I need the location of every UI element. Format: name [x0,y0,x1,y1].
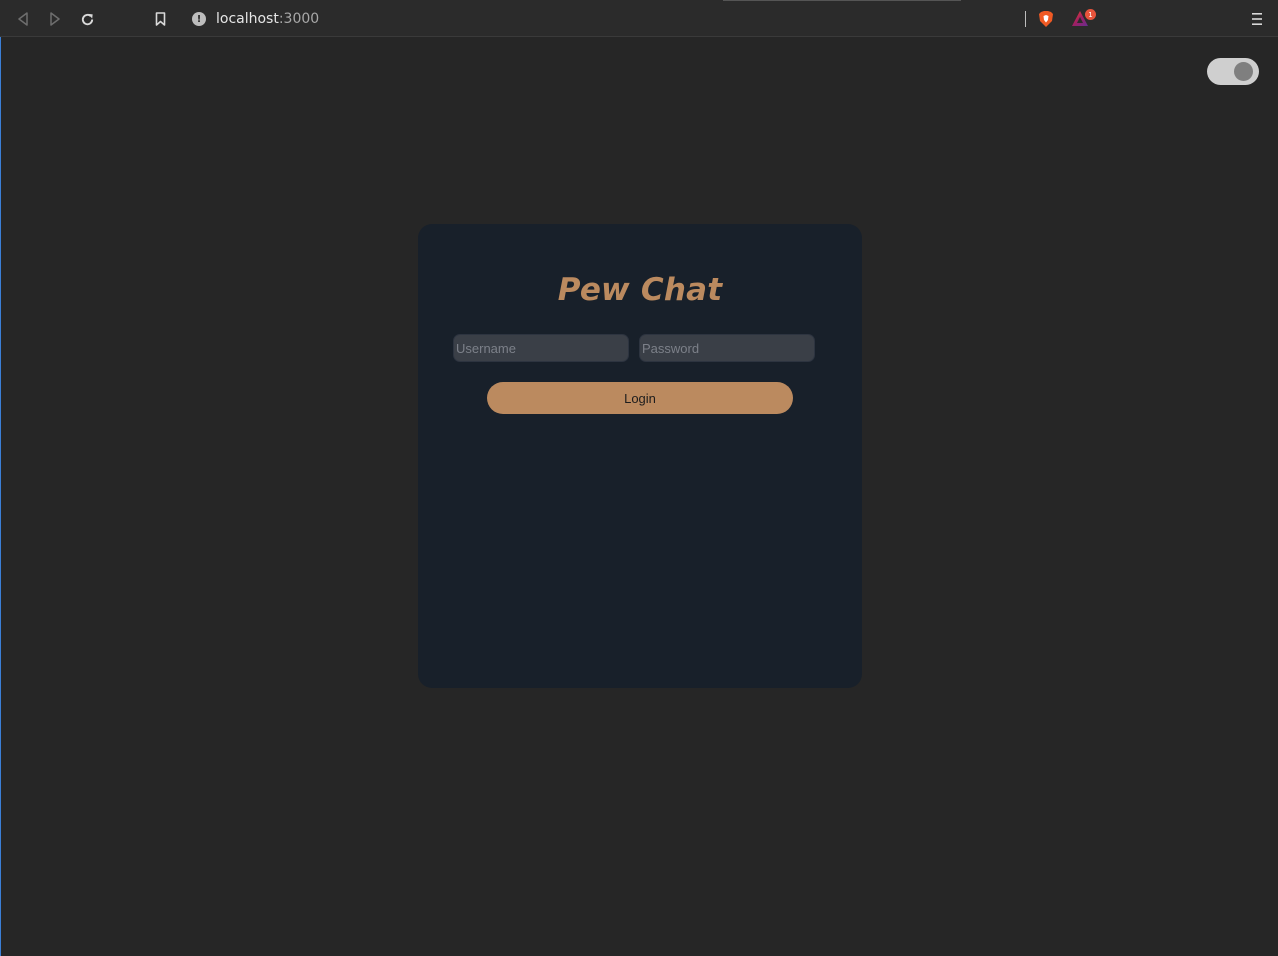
address-bar[interactable]: ! localhost:3000 [192,9,319,29]
app-title: Pew Chat [557,272,723,308]
menu-icon[interactable] [1248,10,1266,28]
theme-toggle[interactable] [1207,58,1259,85]
browser-toolbar: ! localhost:3000 1 [0,0,1278,37]
brave-shields-icon[interactable] [1037,10,1055,28]
url-port: :3000 [278,11,320,27]
rewards-badge: 1 [1085,9,1096,20]
reload-button[interactable] [77,9,97,29]
forward-icon [50,12,60,26]
bookmark-button[interactable] [150,9,170,29]
url-host: localhost [216,11,279,27]
theme-toggle-knob [1234,62,1253,81]
reload-icon [81,13,93,25]
toolbar-divider [1025,11,1026,27]
login-button[interactable]: Login [487,382,793,414]
info-icon[interactable]: ! [192,12,206,26]
login-card: Pew Chat Login [418,224,862,688]
forward-button[interactable] [45,9,65,29]
password-input[interactable] [639,334,815,362]
back-icon [18,12,28,26]
back-button[interactable] [13,9,33,29]
url-text: localhost:3000 [216,11,319,27]
bookmark-icon [155,12,165,26]
tab-indicator [723,0,961,1]
username-input[interactable] [453,334,629,362]
window-edge [0,37,1,956]
